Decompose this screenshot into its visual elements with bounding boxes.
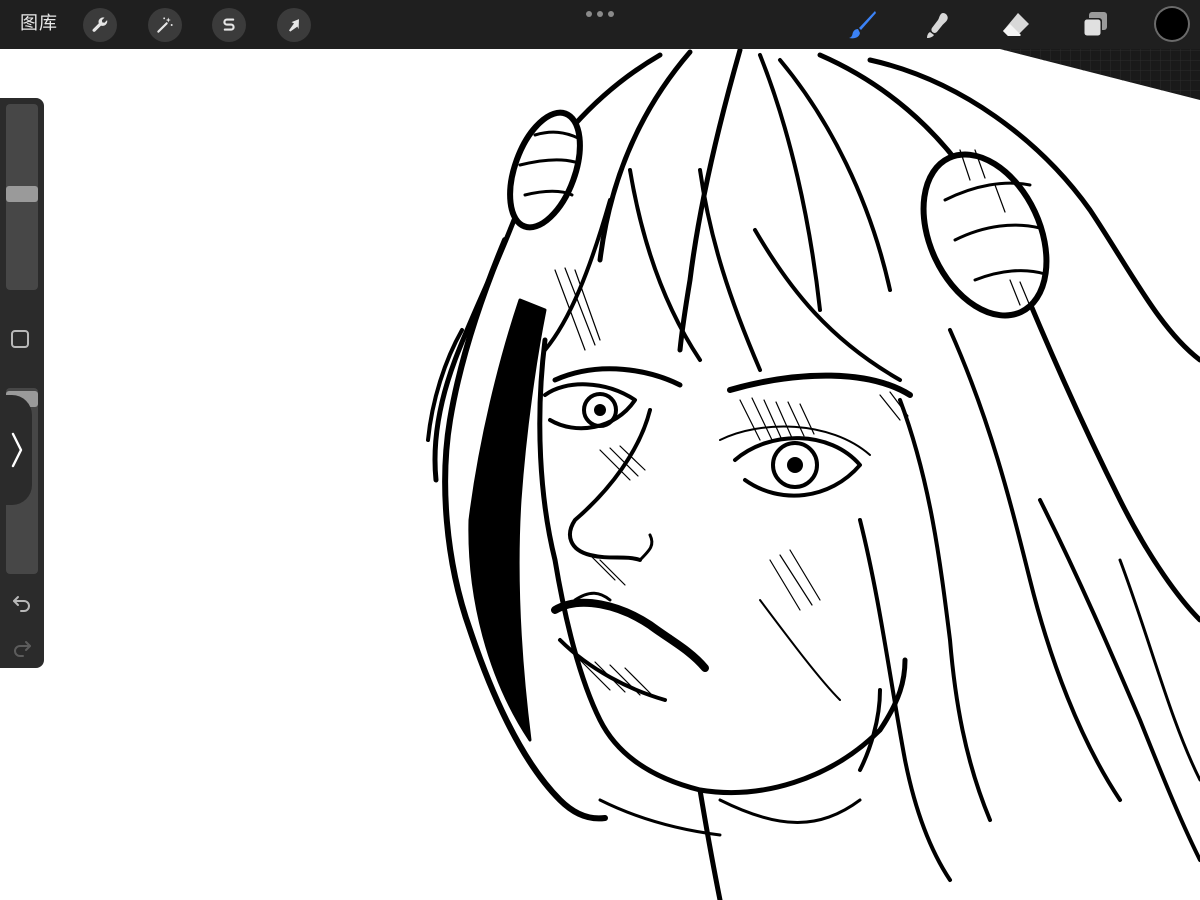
modify-button[interactable] (11, 330, 29, 348)
redo-icon[interactable] (10, 636, 34, 660)
eraser-icon (1003, 13, 1029, 36)
selection-button[interactable] (212, 8, 246, 42)
more-dots-handle[interactable] (586, 9, 614, 19)
brush-size-slider-thumb[interactable] (6, 186, 38, 202)
chevron-right-icon (11, 432, 23, 468)
arrow-cursor-icon (289, 19, 299, 32)
smudge-icon (927, 13, 948, 38)
sidebar-expand-tab[interactable] (0, 395, 32, 505)
left-sidebar (0, 98, 44, 668)
wrench-icon (92, 17, 108, 32)
adjustments-button[interactable] (148, 8, 182, 42)
gallery-button[interactable]: 图库 (20, 11, 58, 37)
brush-size-slider[interactable] (6, 104, 38, 290)
layers-button[interactable] (1077, 7, 1113, 43)
layers-icon (1083, 12, 1107, 37)
drawing-canvas[interactable] (0, 49, 1200, 900)
brush-tool-button[interactable] (844, 7, 880, 43)
magic-wand-icon (157, 17, 173, 33)
selection-s-icon (223, 18, 235, 31)
color-picker-swatch[interactable] (1156, 8, 1188, 40)
actions-button[interactable] (83, 8, 117, 42)
eraser-tool-button[interactable] (998, 7, 1034, 43)
smudge-tool-button[interactable] (920, 7, 956, 43)
brush-icon (849, 11, 876, 39)
undo-icon[interactable] (10, 591, 34, 615)
top-toolbar: 图库 (0, 0, 1200, 49)
character-line-art (426, 49, 1200, 900)
transform-button[interactable] (277, 8, 311, 42)
